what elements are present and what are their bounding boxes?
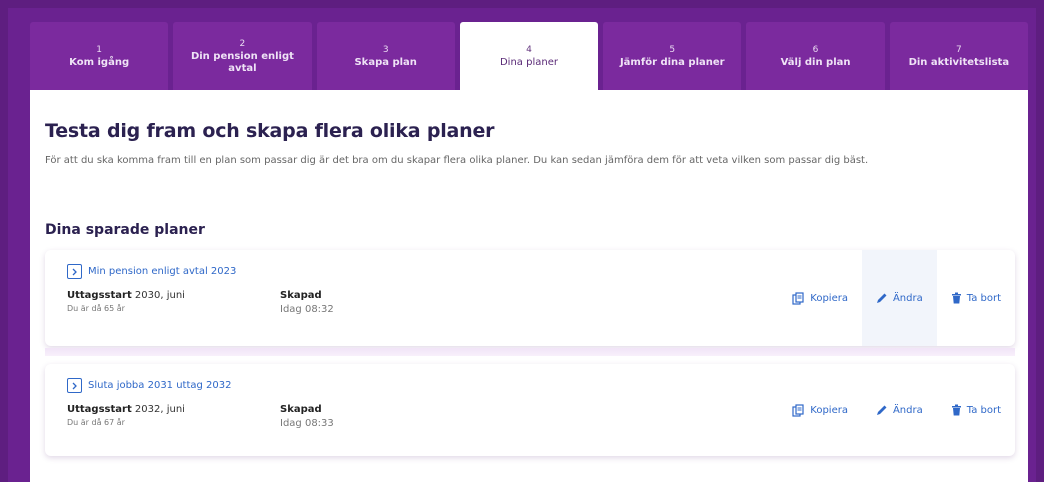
page-title: Testa dig fram och skapa flera olika pla… [45, 120, 495, 142]
tab-number: 3 [382, 44, 389, 55]
plan-actions: Kopiera Ändra Ta bort [778, 364, 1015, 456]
tab-label: Jämför dina planer [619, 56, 725, 68]
withdrawal-start-value: 2032, juni [134, 404, 185, 415]
withdrawal-start-age: Du är då 65 år [67, 304, 125, 313]
main-content: Testa dig fram och skapa flera olika pla… [30, 90, 1028, 482]
tab-dina-planer[interactable]: 4 Dina planer [459, 22, 599, 90]
created-value: Idag 08:33 [280, 418, 334, 429]
tab-number: 5 [669, 44, 676, 55]
tab-jamfor-dina-planer[interactable]: 5 Jämför dina planer [603, 22, 742, 90]
plan-title-link[interactable]: Sluta jobba 2031 uttag 2032 [67, 378, 232, 393]
plan-card: Min pension enligt avtal 2023 Uttagsstar… [45, 250, 1015, 346]
chevron-right-icon[interactable] [67, 264, 82, 279]
edit-button[interactable]: Ändra [861, 250, 937, 346]
created-info: Skapad Idag 08:33 [280, 404, 334, 429]
tab-label: Din aktivitetslista [908, 56, 1010, 68]
copy-button[interactable]: Kopiera [778, 250, 862, 346]
card-separator [45, 348, 1015, 356]
delete-button[interactable]: Ta bort [937, 250, 1015, 346]
delete-label: Ta bort [966, 292, 1001, 304]
withdrawal-start: Uttagsstart 2030, juni Du är då 65 år [67, 290, 185, 313]
copy-label: Kopiera [810, 404, 848, 416]
tab-kom-igang[interactable]: 1 Kom igång [30, 22, 169, 90]
chevron-right-icon[interactable] [67, 378, 82, 393]
withdrawal-start: Uttagsstart 2032, juni Du är då 67 år [67, 404, 185, 427]
edit-label: Ändra [892, 292, 923, 304]
step-tabs: 1 Kom igång 2 Din pension enligt avtal 3… [30, 22, 1028, 90]
created-label: Skapad [280, 404, 322, 415]
tab-label: Din pension enligt avtal [190, 50, 294, 74]
intro-text: För att du ska komma fram till en plan s… [45, 155, 869, 166]
delete-button[interactable]: Ta bort [937, 364, 1015, 456]
created-label: Skapad [280, 290, 322, 301]
withdrawal-start-label: Uttagsstart [67, 404, 132, 415]
created-value: Idag 08:32 [280, 304, 334, 315]
trash-icon [951, 292, 961, 304]
pencil-icon [876, 293, 887, 303]
withdrawal-start-label: Uttagsstart [67, 290, 132, 301]
tab-number: 1 [96, 44, 102, 55]
trash-icon [951, 404, 961, 416]
delete-label: Ta bort [966, 404, 1001, 416]
plan-title-link[interactable]: Min pension enligt avtal 2023 [67, 264, 236, 279]
plan-card: Sluta jobba 2031 uttag 2032 Uttagsstart … [45, 364, 1015, 456]
copy-button[interactable]: Kopiera [778, 364, 862, 456]
edit-button[interactable]: Ändra [862, 364, 937, 456]
page-frame: 1 Kom igång 2 Din pension enligt avtal 3… [0, 0, 1044, 482]
plan-actions: Kopiera Ändra Ta bort [778, 250, 1015, 346]
tab-label: Dina planer [499, 56, 558, 68]
tab-valj-din-plan[interactable]: 6 Välj din plan [746, 22, 885, 90]
tab-label: Kom igång [69, 56, 130, 68]
plan-title[interactable]: Sluta jobba 2031 uttag 2032 [88, 380, 232, 391]
created-info: Skapad Idag 08:32 [280, 290, 334, 315]
tab-label: Skapa plan [354, 56, 417, 68]
tab-din-aktivitetslista[interactable]: 7 Din aktivitetslista [889, 22, 1028, 90]
pencil-icon [876, 405, 887, 415]
tab-number: 7 [955, 44, 962, 55]
tab-din-pension-enligt-avtal[interactable]: 2 Din pension enligt avtal [173, 22, 312, 90]
tab-label: Välj din plan [780, 56, 851, 68]
copy-label: Kopiera [810, 292, 848, 304]
tab-number: 4 [526, 44, 532, 55]
copy-icon [792, 403, 804, 417]
withdrawal-start-value: 2030, juni [134, 290, 185, 301]
copy-icon [792, 291, 804, 305]
tab-skapa-plan[interactable]: 3 Skapa plan [316, 22, 455, 90]
plan-title[interactable]: Min pension enligt avtal 2023 [88, 266, 236, 277]
saved-plans-heading: Dina sparade planer [45, 222, 205, 238]
edit-label: Ändra [892, 404, 923, 416]
tab-number: 2 [239, 38, 246, 49]
withdrawal-start-age: Du är då 67 år [67, 418, 125, 427]
tab-number: 6 [812, 44, 819, 55]
